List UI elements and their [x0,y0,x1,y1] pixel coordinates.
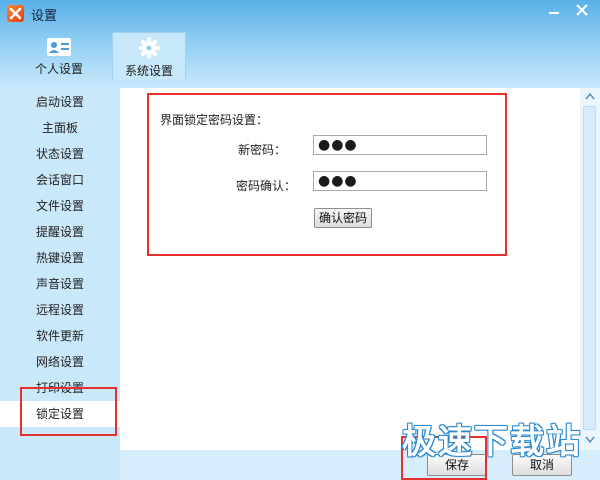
minimize-icon [549,12,559,14]
watermark-text: 极速下载站 [402,422,582,462]
sidebar-item-file[interactable]: 文件设置 [0,193,120,219]
sidebar-item-reminder[interactable]: 提醒设置 [0,219,120,245]
sidebar-item-hotkey[interactable]: 热键设置 [0,245,120,271]
window-title: 设置 [31,9,58,24]
close-button[interactable] [569,0,595,20]
sidebar-item-startup[interactable]: 启动设置 [0,89,120,115]
id-card-icon [47,38,71,56]
minimize-button[interactable] [541,0,567,20]
highlight-box-form [147,93,507,256]
scroll-up-icon [585,92,595,100]
sidebar-item-update[interactable]: 软件更新 [0,323,120,349]
sidebar-item-status[interactable]: 状态设置 [0,141,120,167]
sidebar-item-sound[interactable]: 声音设置 [0,271,120,297]
scrollbar-thumb[interactable] [583,106,596,430]
tab-label: 系统设置 [124,64,173,78]
sidebar-item-chat-window[interactable]: 会话窗口 [0,167,120,193]
tab-system-settings[interactable]: 系统设置 [112,32,186,81]
sidebar-item-remote[interactable]: 远程设置 [0,297,120,323]
tab-personal-settings[interactable]: 个人设置 [24,33,94,80]
tab-label: 个人设置 [34,62,83,76]
sidebar-item-main-panel[interactable]: 主面板 [0,115,120,141]
close-icon [576,4,588,16]
app-logo-icon [7,5,24,22]
scroll-down-icon [585,436,595,444]
sidebar-item-network[interactable]: 网络设置 [0,349,120,375]
highlight-box-lock-item [20,387,117,436]
gear-icon [138,37,160,59]
